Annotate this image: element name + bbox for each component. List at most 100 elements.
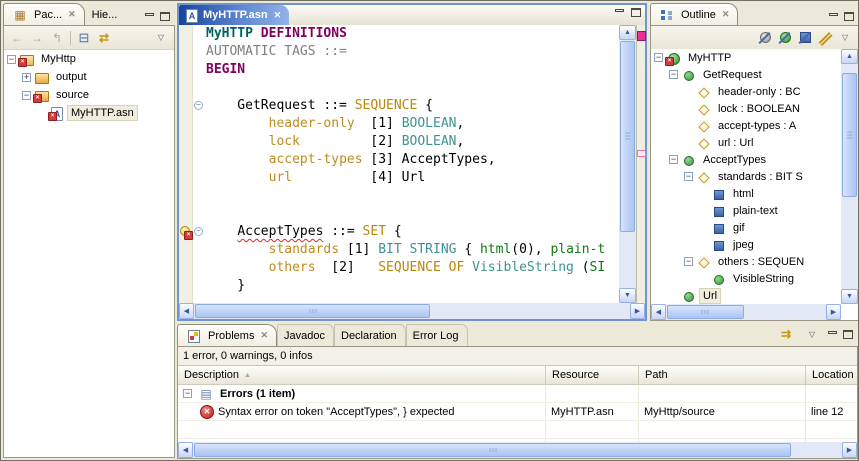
editor-vertical-scrollbar[interactable]: ▲ ▼ (619, 25, 636, 303)
close-icon[interactable]: ✕ (68, 9, 76, 20)
collapse-all-icon[interactable] (76, 30, 92, 46)
tree-item[interactable]: MyHTTP.asn (4, 104, 174, 122)
expander-minus-icon[interactable]: − (7, 54, 16, 64)
hide-types-icon[interactable] (777, 30, 793, 46)
tab-hierarchy[interactable]: Hie... (85, 3, 127, 25)
tree-item[interactable]: − standards : BIT S (651, 168, 841, 185)
minimize-icon[interactable] (615, 8, 624, 17)
code-line[interactable]: AUTOMATIC TAGS ::= (179, 43, 619, 61)
expander-minus-icon[interactable]: − (669, 70, 678, 79)
scrollbar-track[interactable] (193, 442, 842, 458)
scroll-left-icon[interactable]: ◀ (179, 303, 194, 319)
tree-item[interactable]: − others : SEQUEN (651, 253, 841, 270)
outline-tree[interactable]: − MyHTTP − GetRequest header-only : BC lock :… (651, 49, 841, 304)
tab-javadoc[interactable]: Javadoc (277, 324, 334, 346)
scrollbar-thumb[interactable] (195, 304, 431, 318)
problems-group-row[interactable]: − Errors (1 item) (178, 385, 857, 403)
tree-item[interactable]: url : Url (651, 134, 841, 151)
tree-item[interactable]: accept-types : A (651, 117, 841, 134)
problems-error-row[interactable]: ✕ Syntax error on token "AcceptTypes", }… (178, 403, 857, 421)
tree-item[interactable]: lock : BOOLEAN (651, 100, 841, 117)
expander-minus-icon[interactable]: − (684, 257, 693, 266)
close-icon[interactable]: ✕ (722, 9, 730, 20)
tab-package-explorer[interactable]: Pac... ✕ (3, 3, 85, 25)
scrollbar-thumb[interactable] (194, 443, 792, 457)
tree-item[interactable]: Url (651, 287, 841, 304)
overview-ruler[interactable] (636, 25, 646, 303)
expander-minus-icon[interactable]: − (669, 155, 678, 164)
editor-tab-myhttp-asn[interactable]: MyHTTP.asn ✕ (179, 5, 290, 25)
problems-horizontal-scrollbar[interactable]: ◀ ▶ (178, 442, 857, 458)
filter-icon[interactable] (778, 326, 794, 342)
tab-outline[interactable]: Outline ✕ (650, 3, 739, 25)
up-icon[interactable] (49, 30, 65, 46)
tree-item[interactable]: plain-text (651, 202, 841, 219)
tree-item[interactable]: + output (4, 68, 174, 86)
scrollbar-thumb[interactable] (620, 41, 635, 232)
tree-item[interactable]: − AcceptTypes (651, 151, 841, 168)
editor-horizontal-scrollbar[interactable]: ◀ ▶ (179, 303, 645, 319)
error-quickfix-marker-icon[interactable] (179, 223, 193, 241)
hide-objects-icon[interactable] (757, 30, 773, 46)
scroll-down-icon[interactable]: ▼ (619, 288, 636, 303)
code-line[interactable] (179, 205, 619, 223)
hide-values-icon[interactable] (797, 30, 813, 46)
scroll-left-icon[interactable]: ◀ (178, 442, 193, 458)
column-header-path[interactable]: Path (639, 366, 806, 384)
scroll-right-icon[interactable]: ▶ (842, 442, 857, 458)
scrollbar-track[interactable] (619, 40, 636, 288)
expander-minus-icon[interactable]: − (654, 53, 663, 62)
code-editor[interactable]: MyHTTP DEFINITIONS AUTOMATIC TAGS ::= BEGI… (179, 25, 619, 303)
scroll-left-icon[interactable]: ◀ (651, 304, 666, 320)
overview-error-marker[interactable] (637, 31, 646, 41)
close-icon[interactable]: ✕ (274, 10, 282, 21)
tree-item[interactable]: gif (651, 219, 841, 236)
outline-horizontal-scrollbar[interactable]: ◀ ▶ (651, 304, 841, 320)
back-icon[interactable] (9, 30, 25, 46)
scrollbar-thumb[interactable] (667, 305, 744, 319)
column-header-resource[interactable]: Resource (546, 366, 639, 384)
tab-problems[interactable]: Problems ✕ (177, 324, 278, 346)
scroll-up-icon[interactable]: ▲ (619, 25, 636, 40)
tree-item[interactable]: − MyHTTP (651, 49, 841, 66)
tree-item[interactable]: VisibleString (651, 270, 841, 287)
maximize-icon[interactable] (631, 8, 641, 17)
link-with-editor-icon[interactable] (96, 30, 112, 46)
code-line[interactable]: } (179, 277, 619, 295)
code-line[interactable]: GetRequest ::= SEQUENCE { (179, 97, 619, 115)
scroll-up-icon[interactable]: ▲ (841, 49, 858, 64)
expander-minus-icon[interactable]: − (183, 389, 192, 398)
view-menu-icon[interactable] (837, 30, 853, 46)
code-line[interactable]: accept-types [3] AcceptTypes, (179, 151, 619, 169)
tree-item[interactable]: − GetRequest (651, 66, 841, 83)
scrollbar-track[interactable] (666, 304, 826, 320)
expander-minus-icon[interactable]: − (22, 90, 31, 100)
tree-item[interactable]: jpeg (651, 236, 841, 253)
view-menu-icon[interactable] (804, 326, 820, 342)
maximize-icon[interactable] (843, 329, 853, 339)
code-line[interactable]: MyHTTP DEFINITIONS (179, 25, 619, 43)
close-icon[interactable]: ✕ (260, 330, 268, 341)
expander-minus-icon[interactable]: − (684, 172, 693, 181)
tree-item[interactable]: − MyHttp (4, 50, 174, 68)
scrollbar-track[interactable] (194, 303, 630, 319)
tree-item[interactable]: header-only : BC (651, 83, 841, 100)
code-line[interactable]: lock [2] BOOLEAN, (179, 133, 619, 151)
scroll-down-icon[interactable]: ▼ (841, 289, 858, 304)
scroll-right-icon[interactable]: ▶ (826, 304, 841, 320)
code-line[interactable]: standards [1] BIT STRING { html(0), plai… (179, 241, 619, 259)
code-line[interactable]: url [4] Url (179, 169, 619, 187)
column-header-location[interactable]: Location (806, 366, 857, 384)
fold-collapse-icon[interactable] (192, 97, 206, 115)
minimize-icon[interactable] (828, 330, 837, 339)
scrollbar-thumb[interactable] (842, 73, 857, 197)
tab-declaration[interactable]: Declaration (334, 324, 406, 346)
outline-vertical-scrollbar[interactable]: ▲ ▼ (841, 49, 858, 304)
tree-item[interactable]: html (651, 185, 841, 202)
minimize-icon[interactable] (145, 12, 154, 21)
tree-item[interactable]: − source (4, 86, 174, 104)
fold-collapse-icon[interactable] (192, 223, 206, 241)
code-line[interactable]: BEGIN (179, 61, 619, 79)
forward-icon[interactable] (29, 30, 45, 46)
maximize-icon[interactable] (844, 12, 854, 21)
